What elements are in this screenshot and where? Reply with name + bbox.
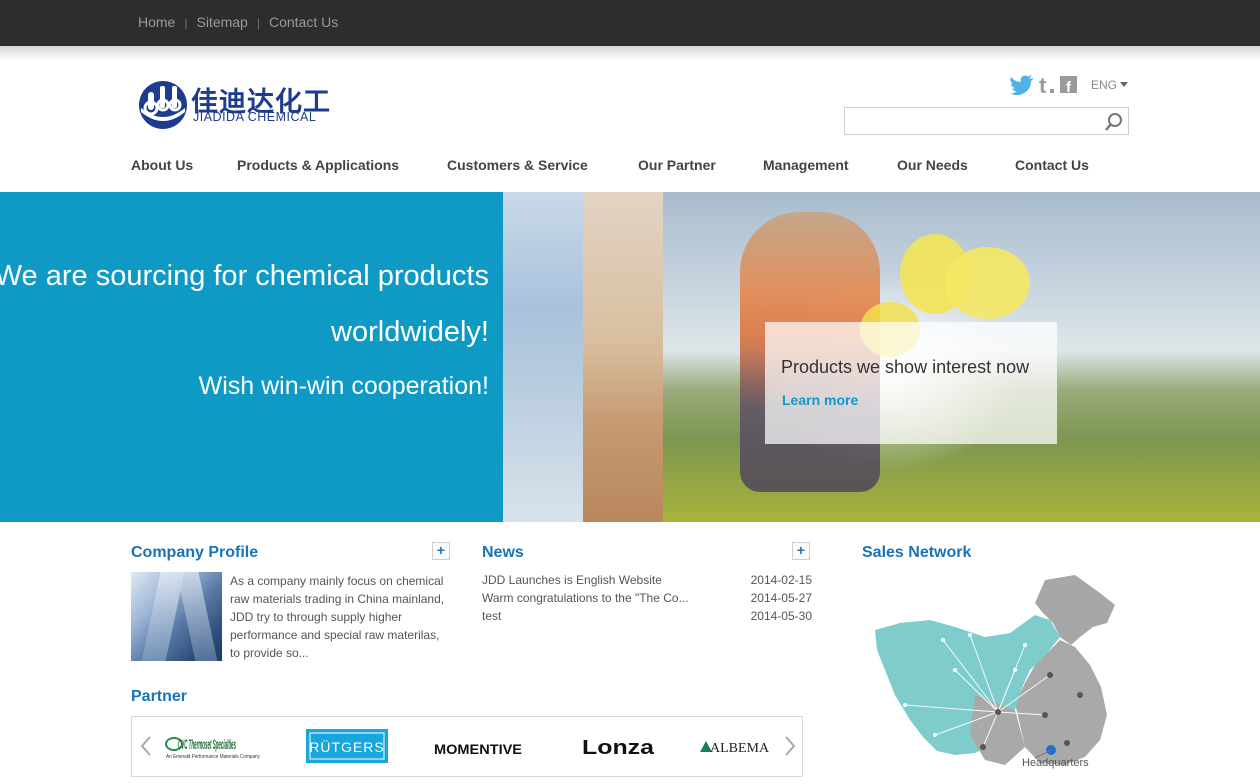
partner-logo-albemarle[interactable]: ALBEMA [698,727,776,767]
news-item[interactable]: test 2014-05-30 [482,609,812,627]
news-date: 2014-02-15 [750,573,812,587]
separator: | [184,16,188,30]
header-shadow [0,46,1260,60]
home-link[interactable]: Home [138,14,175,30]
company-profile-more-button[interactable]: + [432,542,450,560]
desert-strip-image [583,192,663,522]
search-box [844,107,1129,135]
twitter-icon[interactable] [1010,75,1034,95]
company-profile-title[interactable]: Company Profile [131,544,258,562]
news-title-text[interactable]: JDD Launches is English Website [482,573,662,587]
language-selector[interactable]: ENG [1091,78,1129,92]
partner-carousel: CVC Thermoset Specialties An Emerald Per… [131,716,803,777]
language-label: ENG [1091,78,1118,92]
china-sales-map: Headquarters [875,575,1115,769]
news-item[interactable]: JDD Launches is English Website 2014-02-… [482,573,812,591]
rutgers-logo-text: RÜTGERS [309,738,384,755]
news-date: 2014-05-27 [750,591,812,605]
hero-headline-3: Wish win-win cooperation! [198,372,489,400]
partner-title: Partner [131,688,188,705]
separator: | [256,16,260,30]
brand-name-en: JIADIDA CHEMICAL [193,110,317,124]
hero-text-panel [0,192,503,522]
jdd-logo-icon [139,81,187,129]
nav-management[interactable]: Management [763,157,849,173]
facebook-icon[interactable]: f [1060,75,1078,94]
momentive-logo-text: MOMENTIVE [434,741,522,757]
balloon-image [945,247,1030,319]
partner-logo-rutgers[interactable]: RÜTGERS [306,727,390,767]
news-more-button[interactable]: + [792,542,810,560]
hero-headline-1: We are sourcing for chemical products [0,260,489,292]
nav-our-partner[interactable]: Our Partner [638,157,716,173]
news-item[interactable]: Warm congratulations to the "The Co... 2… [482,591,812,609]
promo-card-title: Products we show interest now [781,357,1030,377]
nav-products-applications[interactable]: Products & Applications [237,157,399,173]
learn-more-link[interactable]: Learn more [782,392,858,408]
news-title-text[interactable]: test [482,609,501,623]
news-date: 2014-05-30 [750,609,812,623]
news-title-text[interactable]: Warm congratulations to the "The Co... [482,591,689,605]
sales-network-title: Sales Network [862,544,972,561]
cvc-tagline: An Emerald Performance Materials Company [166,754,260,760]
partner-logo-cvc[interactable]: CVC Thermoset Specialties An Emerald Per… [164,727,264,767]
building-shape [174,572,220,661]
lonza-logo-text: Lonza [582,737,655,759]
albemarle-logo-text: ALBEMA [710,741,770,756]
chevron-right-icon[interactable] [782,735,798,757]
partner-logo-lonza[interactable]: Lonza [580,727,660,767]
news-title[interactable]: News [482,544,524,562]
caret-down-icon [1120,82,1129,87]
nav-our-needs[interactable]: Our Needs [897,157,968,173]
sky-strip-image [503,192,583,522]
hero-promo-card: Products we show interest now Learn more [765,322,1057,444]
top-links: Home | Sitemap | Contact Us [138,14,338,30]
nav-customers-service[interactable]: Customers & Service [447,157,588,173]
headquarters-label: Headquarters [1022,757,1089,769]
company-profile-text: As a company mainly focus on chemical ra… [230,574,445,660]
svg-text:t: t [1039,75,1047,95]
hero-headline-2: worldwidely! [331,316,489,348]
cvc-logo-text: CVC Thermoset Specialties [178,736,236,752]
nav-contact-us[interactable]: Contact Us [1015,157,1089,173]
tumblr-icon[interactable]: t [1038,75,1054,95]
top-bar: Home | Sitemap | Contact Us [0,0,1260,46]
company-building-image [131,572,222,661]
chevron-left-icon[interactable] [138,735,154,757]
nav-about-us[interactable]: About Us [131,157,193,173]
hero-banner: We are sourcing for chemical products wo… [0,192,1260,522]
sitemap-link[interactable]: Sitemap [196,14,247,30]
partner-logo-momentive[interactable]: MOMENTIVE [432,727,530,767]
news-list: JDD Launches is English Website 2014-02-… [482,573,812,627]
site-logo[interactable]: 佳迪达化工 JIADIDA CHEMICAL [137,78,337,130]
search-input[interactable] [849,111,1097,131]
contact-us-top-link[interactable]: Contact Us [269,14,338,30]
search-icon[interactable] [1103,111,1125,133]
